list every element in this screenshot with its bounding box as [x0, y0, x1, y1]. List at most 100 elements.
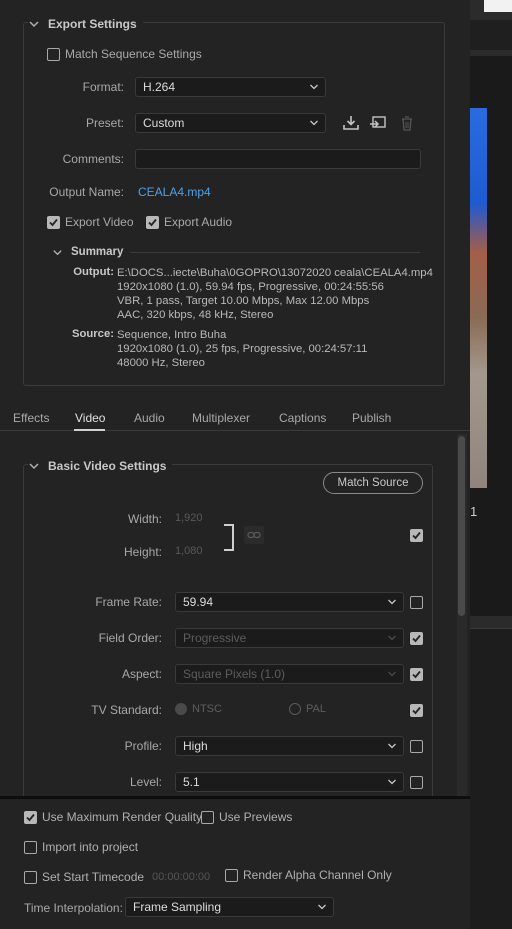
save-preset-icon[interactable]: [342, 114, 360, 132]
tv-standard-checkbox[interactable]: [410, 704, 423, 717]
source-preview-area: 1: [470, 0, 512, 929]
export-video-checkbox[interactable]: [47, 215, 60, 229]
collapse-chevron-icon[interactable]: [28, 460, 40, 472]
link-dimensions-button[interactable]: [244, 526, 264, 544]
match-source-button[interactable]: Match Source: [323, 472, 423, 494]
tab-bar: Effects Video Audio Multiplexer Captions…: [0, 403, 470, 431]
ntsc-radio-row[interactable]: NTSC: [175, 703, 222, 715]
match-sequence-checkbox[interactable]: [47, 47, 60, 61]
tab-captions[interactable]: Captions: [279, 411, 326, 425]
ntsc-radio[interactable]: [175, 703, 187, 715]
alpha-only-label: Render Alpha Channel Only: [243, 868, 392, 882]
summary-header[interactable]: Summary: [52, 246, 123, 258]
time-interpolation-dropdown[interactable]: Frame Sampling: [125, 897, 334, 917]
chevron-down-icon: [310, 120, 318, 126]
profile-label: Profile:: [124, 739, 162, 753]
profile-dropdown[interactable]: High: [175, 736, 404, 756]
summary-output-line: VBR, 1 pass, Target 10.00 Mbps, Max 12.0…: [117, 295, 370, 307]
summary-source-line: 1920x1080 (1.0), 25 fps, Progressive, 00…: [117, 343, 368, 355]
aspect-label: Aspect:: [121, 667, 162, 681]
export-video-label: Export Video: [65, 215, 134, 229]
import-preset-icon[interactable]: [369, 114, 387, 132]
frame-rate-checkbox[interactable]: [410, 596, 423, 609]
start-timecode-checkbox[interactable]: [24, 870, 37, 884]
tab-publish[interactable]: Publish: [352, 411, 391, 425]
export-audio-checkbox[interactable]: [146, 215, 159, 229]
chevron-down-icon: [388, 779, 396, 785]
level-checkbox[interactable]: [410, 776, 423, 789]
comments-label: Comments:: [62, 152, 124, 166]
level-label: Level:: [129, 775, 162, 789]
export-settings-panel: Export Settings Match Sequence Settings …: [0, 0, 470, 804]
tab-audio[interactable]: Audio: [134, 411, 165, 425]
width-label: Width:: [127, 512, 162, 526]
summary-source-line: 48000 Hz, Stereo: [117, 357, 205, 369]
export-settings-header[interactable]: Export Settings: [28, 15, 143, 33]
collapse-chevron-icon[interactable]: [52, 247, 63, 258]
tab-effects[interactable]: Effects: [13, 411, 49, 425]
chevron-down-icon: [388, 671, 396, 677]
export-audio-row[interactable]: Export Audio: [146, 215, 232, 229]
aspect-checkbox[interactable]: [410, 668, 423, 681]
scrollbar-track[interactable]: [457, 434, 467, 796]
preview-frame: 1: [470, 56, 512, 616]
profile-checkbox[interactable]: [410, 740, 423, 753]
aspect-dropdown[interactable]: Square Pixels (1.0): [175, 664, 404, 684]
chevron-down-icon: [388, 743, 396, 749]
field-order-dropdown[interactable]: Progressive: [175, 628, 404, 648]
format-dropdown[interactable]: H.264: [135, 77, 326, 97]
pal-radio[interactable]: [289, 703, 301, 715]
import-project-row[interactable]: Import into project: [24, 840, 138, 854]
max-render-label: Use Maximum Render Quality: [42, 810, 203, 824]
height-value: 1,080: [175, 545, 203, 557]
field-order-value: Progressive: [183, 631, 247, 645]
max-render-row[interactable]: Use Maximum Render Quality: [24, 810, 202, 824]
format-label: Format:: [82, 80, 124, 94]
frame-rate-label: Frame Rate:: [95, 595, 162, 609]
bottom-options-panel: Use Maximum Render Quality Use Previews …: [0, 796, 470, 929]
basic-video-header[interactable]: Basic Video Settings: [28, 457, 173, 475]
summary-title: Summary: [71, 246, 124, 258]
max-render-checkbox[interactable]: [24, 810, 37, 824]
summary-output-lines: E:\DOCS...iecte\Buha\0GOPRO\13072020 cea…: [117, 266, 433, 322]
chevron-down-icon: [388, 635, 396, 641]
tab-video[interactable]: Video: [75, 411, 105, 425]
use-previews-row[interactable]: Use Previews: [201, 810, 292, 824]
export-audio-label: Export Audio: [164, 215, 233, 229]
output-name-label: Output Name:: [49, 185, 124, 199]
collapse-chevron-icon[interactable]: [28, 18, 40, 30]
alpha-only-checkbox[interactable]: [225, 868, 238, 882]
width-height-checkbox[interactable]: [410, 529, 423, 542]
format-value: H.264: [143, 80, 176, 94]
import-project-label: Import into project: [42, 840, 139, 854]
tab-multiplexer[interactable]: Multiplexer: [192, 411, 250, 425]
field-order-checkbox[interactable]: [410, 632, 423, 645]
import-project-checkbox[interactable]: [24, 840, 37, 854]
preset-label: Preset:: [85, 116, 124, 130]
output-name-link[interactable]: CEALA4.mp4: [138, 185, 211, 199]
frame-rate-dropdown[interactable]: 59.94: [175, 592, 404, 612]
export-settings-window: 1 Export Settings Match Sequence Setting…: [0, 0, 512, 929]
match-sequence-checkbox-row[interactable]: Match Sequence Settings: [47, 47, 202, 61]
frame-rate-value: 59.94: [183, 595, 214, 609]
delete-preset-icon[interactable]: [398, 114, 416, 132]
use-previews-label: Use Previews: [219, 810, 293, 824]
pal-radio-row[interactable]: PAL: [289, 703, 326, 715]
chevron-down-icon: [318, 904, 326, 910]
level-dropdown[interactable]: 5.1: [175, 772, 404, 792]
export-video-row[interactable]: Export Video: [47, 215, 134, 229]
start-timecode-value: 00:00:00:00: [152, 871, 211, 883]
height-label: Height:: [123, 545, 162, 559]
chevron-down-icon: [388, 599, 396, 605]
preview-image: [470, 108, 487, 488]
alpha-only-row[interactable]: Render Alpha Channel Only: [225, 868, 392, 882]
preset-dropdown[interactable]: Custom: [135, 113, 326, 133]
start-timecode-row[interactable]: Set Start Timecode 00:00:00:00: [24, 870, 210, 884]
comments-input[interactable]: [135, 149, 421, 169]
summary-output-line: 1920x1080 (1.0), 59.94 fps, Progressive,…: [117, 281, 384, 293]
chevron-down-icon: [310, 84, 318, 90]
summary-source-line: Sequence, Intro Buha: [117, 329, 227, 341]
use-previews-checkbox[interactable]: [201, 810, 214, 824]
scrollbar-thumb[interactable]: [458, 436, 465, 616]
aspect-value: Square Pixels (1.0): [183, 667, 286, 681]
